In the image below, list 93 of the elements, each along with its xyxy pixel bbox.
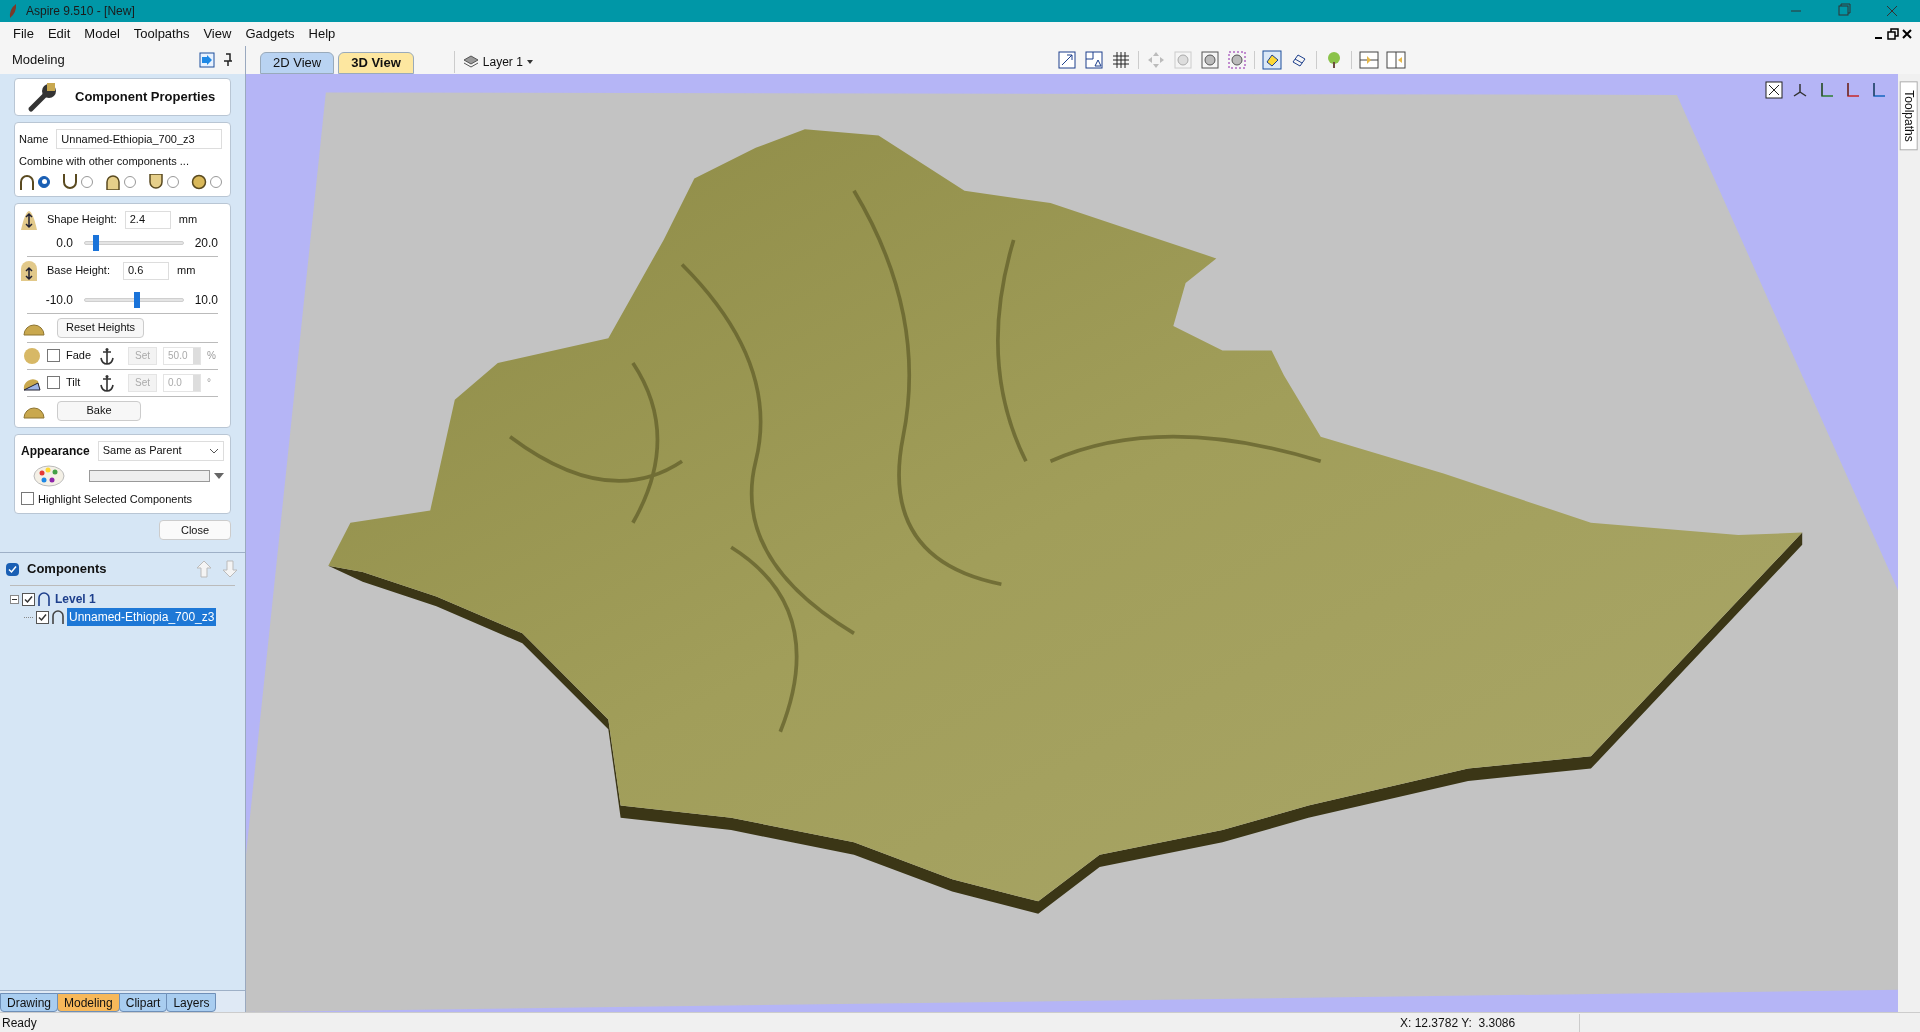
split-horizontal-icon[interactable] <box>1358 50 1379 70</box>
slider-thumb[interactable] <box>133 291 140 308</box>
properties-title: Component Properties <box>75 88 216 107</box>
arch-icon <box>52 610 64 624</box>
name-field[interactable]: Unnamed-Ethiopia_700_z3 <box>56 129 223 149</box>
highlight-label: Highlight Selected Components <box>38 491 193 507</box>
cursor-coordinates: X: 12.3782 Y: 3.3086 <box>1400 1013 1580 1032</box>
caret-icon <box>526 60 533 64</box>
arch-icon <box>38 592 50 606</box>
fit-frame-icon[interactable] <box>1764 80 1784 100</box>
color-dropdown[interactable] <box>89 469 224 482</box>
tree-item[interactable]: Unnamed-Ethiopia_700_z3 <box>67 608 217 626</box>
layer-dropdown[interactable]: Layer 1 <box>482 53 533 71</box>
menu-item[interactable]: Model <box>77 24 127 44</box>
radio-button[interactable] <box>167 175 179 188</box>
window-title: Aspire 9.510 - [New] <box>26 3 135 20</box>
menu-item[interactable]: Gadgets <box>238 24 302 44</box>
menu-item[interactable]: Edit <box>40 24 78 44</box>
panel-title: Modeling <box>12 51 66 70</box>
slider-max-label: 10.0 <box>194 291 218 309</box>
slider-thumb[interactable] <box>92 234 99 251</box>
palette-icon <box>33 464 65 487</box>
appearance-dropdown[interactable]: Same as Parent <box>97 440 224 461</box>
anchor-icon[interactable] <box>100 373 114 392</box>
reset-heights-button[interactable]: Reset Heights <box>57 317 145 338</box>
checkbox[interactable] <box>21 492 34 506</box>
shaded-view-icon[interactable] <box>1261 50 1282 70</box>
checkbox[interactable] <box>22 592 35 606</box>
view-tab[interactable]: 3D View <box>338 52 414 74</box>
unit-label: mm <box>177 263 196 279</box>
unit-label: mm <box>178 212 198 228</box>
fit-view-icon[interactable] <box>1083 50 1104 70</box>
view-tab[interactable]: 2D View <box>260 52 335 74</box>
components-title: Components <box>27 560 108 579</box>
panel-tab[interactable]: Drawing <box>0 993 58 1012</box>
base-height-label: Base Height: <box>47 263 110 279</box>
radio-button[interactable] <box>38 175 50 188</box>
checkbox[interactable] <box>47 349 60 362</box>
arch-icon <box>19 173 35 190</box>
radio-button[interactable] <box>210 175 222 188</box>
close-icon[interactable] <box>1900 27 1914 41</box>
menu-item[interactable]: File <box>6 24 41 44</box>
shape-height-icon <box>19 209 39 230</box>
slider-min-label: -10.0 <box>44 291 73 309</box>
checkbox[interactable] <box>36 610 49 624</box>
side-tab[interactable]: Toolpaths <box>1900 81 1918 151</box>
status-message: Ready <box>1 1014 38 1032</box>
percent-label: % <box>207 349 216 363</box>
anchor-icon[interactable] <box>100 346 114 365</box>
dock-icon[interactable] <box>199 52 215 68</box>
close-button[interactable]: Close <box>159 520 231 540</box>
restore-icon[interactable] <box>1886 27 1900 41</box>
shape-height-label: Shape Height: <box>47 212 117 228</box>
menu-item[interactable]: View <box>196 24 239 44</box>
tilt-label: Tilt <box>66 375 82 391</box>
fade-label: Fade <box>66 348 93 364</box>
radio-button[interactable] <box>124 175 136 188</box>
caret-icon <box>214 472 224 479</box>
bake-button[interactable]: Bake <box>57 400 141 421</box>
menu-item[interactable]: Help <box>301 24 343 44</box>
zoom-icon[interactable] <box>1199 50 1220 70</box>
panel-tab[interactable]: Modeling <box>57 993 120 1012</box>
resize-icon[interactable] <box>1056 50 1077 70</box>
pin-icon[interactable] <box>223 53 233 67</box>
cup-icon <box>62 173 78 190</box>
checkbox[interactable] <box>47 376 60 389</box>
panel-tab[interactable]: Layers <box>166 993 217 1012</box>
sphere-icon <box>23 346 41 365</box>
layers-icon <box>462 55 479 69</box>
shape-height-field[interactable]: 2.4 <box>124 210 171 229</box>
slider-min-label: 0.0 <box>55 234 73 252</box>
menu-item[interactable]: Toolpaths <box>126 24 197 44</box>
tree-item[interactable]: Level 1 <box>53 590 98 608</box>
radio-button[interactable] <box>81 175 93 188</box>
name-label: Name <box>19 131 49 147</box>
combine-label: Combine with other components ... <box>19 154 190 169</box>
slider-max-label: 20.0 <box>194 234 218 252</box>
grid-icon[interactable] <box>1110 50 1131 70</box>
app-logo-icon <box>8 4 18 18</box>
base-height-field[interactable]: 0.6 <box>123 261 169 280</box>
appearance-label: Appearance <box>21 442 90 460</box>
circle-icon <box>191 173 207 190</box>
panel-tab[interactable]: Clipart <box>118 993 168 1012</box>
components-checkbox[interactable] <box>6 562 19 576</box>
caret-icon <box>209 447 219 454</box>
filled-cup-icon <box>148 173 164 190</box>
collapse-toggle-icon[interactable] <box>10 594 19 604</box>
split-vertical-icon[interactable] <box>1385 50 1406 70</box>
degree-label: ° <box>207 376 211 390</box>
zoom-box-icon[interactable] <box>1226 50 1247 70</box>
wrench-icon <box>27 81 59 113</box>
base-height-icon <box>19 260 39 281</box>
filled-arch-icon <box>105 173 121 190</box>
